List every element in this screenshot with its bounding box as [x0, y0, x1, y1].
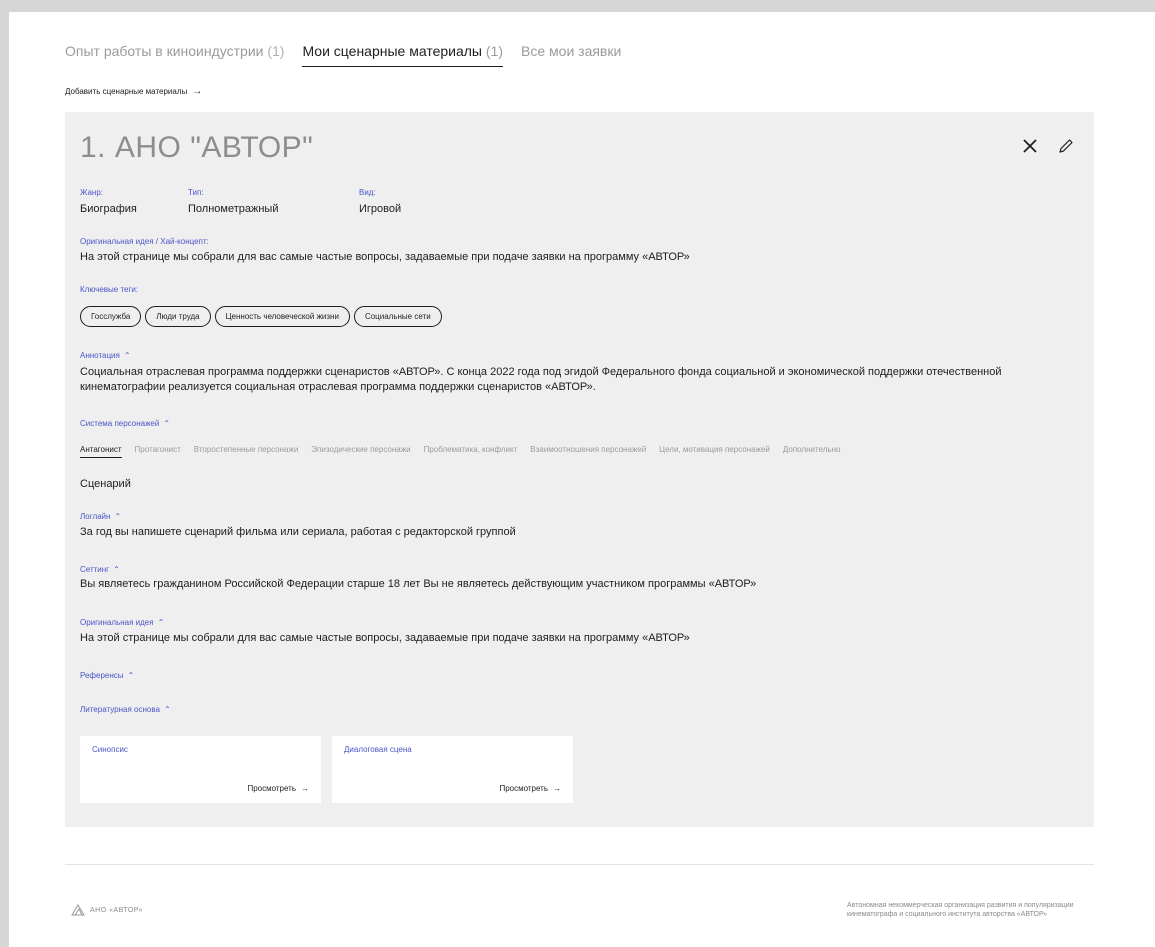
tags-list: Госслужба Люди труда Ценность человеческ…: [80, 306, 442, 327]
orig-idea-toggle[interactable]: Оригинальная идея ⌃: [80, 618, 164, 627]
chevron-up-icon: ⌃: [123, 351, 131, 360]
characters-toggle[interactable]: Система персонажей ⌃: [80, 419, 170, 428]
tab-additional[interactable]: Дополнительно: [783, 445, 841, 458]
characters-label: Система персонажей: [80, 419, 160, 428]
arrow-right-icon: →: [301, 784, 309, 793]
tag-chip[interactable]: Госслужба: [80, 306, 142, 327]
genre-value: Биография: [80, 203, 137, 215]
kind-label: Вид:: [359, 188, 376, 197]
tab-label: Опыт работы в киноиндустрии: [65, 43, 264, 59]
chevron-up-icon: ⌃: [163, 419, 171, 428]
tab-episodic[interactable]: Эпизодические персонажи: [311, 445, 410, 458]
chevron-up-icon: ⌃: [113, 565, 120, 574]
genre-label: Жанр:: [80, 188, 104, 197]
tags-label: Ключевые теги:: [80, 285, 139, 294]
character-content: Сценарий: [80, 478, 131, 490]
tag-chip[interactable]: Социальные сети: [353, 306, 442, 327]
type-value: Полнометражный: [188, 203, 279, 215]
pencil-icon[interactable]: [1058, 138, 1074, 154]
tab-antagonist[interactable]: Антагонист: [80, 445, 122, 458]
chevron-up-icon: ⌃: [163, 705, 171, 714]
add-materials-label: Добавить сценарные материалы: [65, 87, 188, 96]
literary-basis-toggle[interactable]: Литературная основа ⌃: [80, 705, 171, 714]
orig-idea-label: Оригинальная идея: [80, 618, 154, 627]
document-card-dialogue: Диалоговая сцена Просмотреть →: [332, 736, 573, 803]
document-title: Синопсис: [92, 745, 128, 754]
tab-scripts[interactable]: Мои сценарные материалы (1): [302, 43, 504, 67]
tab-label: Все мои заявки: [521, 43, 622, 59]
logline-toggle[interactable]: Логлайн ⌃: [80, 512, 121, 521]
view-button[interactable]: Просмотреть →: [247, 784, 309, 793]
logline-value: За год вы напишете сценарий фильма или с…: [80, 526, 516, 538]
annotation-value: Социальная отраслевая программа поддержк…: [80, 366, 1002, 393]
setting-label: Сеттинг: [80, 565, 110, 574]
tab-motivation[interactable]: Цели, мотивация персонажей: [659, 445, 770, 458]
literary-basis-label: Литературная основа: [80, 705, 160, 714]
annotation-toggle[interactable]: Аннотация ⌃: [80, 351, 131, 360]
card-title: 1. АНО "АВТОР": [80, 131, 314, 164]
view-label: Просмотреть: [499, 784, 548, 793]
close-icon[interactable]: [1021, 137, 1039, 155]
orig-idea-value: На этой странице мы собрали для вас самы…: [80, 632, 690, 644]
chevron-up-icon: ⌃: [114, 512, 122, 521]
footer-logo[interactable]: АНО «АВТОР»: [71, 904, 143, 916]
footer-divider: [65, 864, 1094, 865]
character-tabs: Антагонист Протагонист Второстепенные пе…: [80, 445, 840, 458]
footer-description: Автономная некоммерческая организация ра…: [847, 902, 1074, 918]
tab-label: Мои сценарные материалы: [302, 43, 482, 59]
tab-conflict[interactable]: Проблематика, конфликт: [424, 445, 518, 458]
add-materials-link[interactable]: Добавить сценарные материалы →: [65, 86, 202, 97]
arrow-right-icon: →: [553, 784, 561, 793]
logo-icon: [71, 904, 85, 916]
tab-applications[interactable]: Все мои заявки: [521, 43, 621, 66]
page: Опыт работы в киноиндустрии (1) Мои сцен…: [9, 12, 1155, 947]
view-button[interactable]: Просмотреть →: [499, 784, 561, 793]
tab-protagonist[interactable]: Протагонист: [135, 445, 181, 458]
type-label: Тип:: [188, 188, 204, 197]
logline-label: Логлайн: [80, 512, 111, 521]
logo-text: АНО «АВТОР»: [90, 906, 143, 914]
tab-experience[interactable]: Опыт работы в киноиндустрии (1): [65, 43, 284, 66]
references-toggle[interactable]: Референсы ⌃: [80, 671, 134, 680]
tab-count: (1): [485, 43, 504, 59]
chevron-up-icon: ⌃: [157, 618, 165, 627]
tag-chip[interactable]: Люди труда: [145, 306, 211, 327]
setting-toggle[interactable]: Сеттинг ⌃: [80, 565, 120, 574]
arrow-right-icon: →: [192, 86, 203, 97]
script-material-card: 1. АНО "АВТОР" Жанр: Биография Тип: Полн…: [65, 112, 1094, 827]
annotation-label: Аннотация: [80, 351, 120, 360]
setting-value: Вы являетесь гражданином Российской Феде…: [80, 578, 757, 590]
references-label: Референсы: [80, 671, 124, 680]
view-label: Просмотреть: [247, 784, 296, 793]
kind-value: Игровой: [359, 203, 402, 215]
profile-tabs: Опыт работы в киноиндустрии (1) Мои сцен…: [65, 43, 621, 67]
tab-secondary[interactable]: Второстепенные персонажи: [194, 445, 299, 458]
tab-relationships[interactable]: Взаимоотношения персонажей: [530, 445, 646, 458]
chevron-up-icon: ⌃: [127, 671, 135, 680]
document-card-synopsis: Синопсис Просмотреть →: [80, 736, 321, 803]
tab-count: (1): [267, 43, 285, 59]
idea-label: Оригинальная идея / Хай-концепт:: [80, 237, 209, 246]
tag-chip[interactable]: Ценность человеческой жизни: [214, 306, 350, 327]
idea-value: На этой странице мы собрали для вас самы…: [80, 251, 690, 263]
document-title: Диалоговая сцена: [344, 745, 412, 754]
